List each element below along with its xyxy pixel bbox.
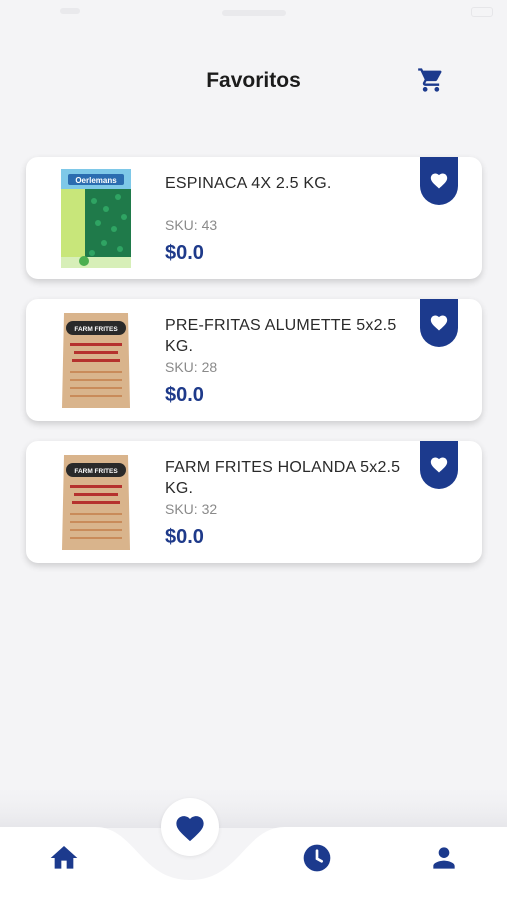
nav-profile[interactable]: [424, 838, 464, 878]
heart-icon: [176, 816, 204, 842]
favorite-toggle[interactable]: [420, 299, 458, 347]
product-card[interactable]: Oerlemans ESPINACA 4X 2.5 KG. SKU: 43 $0…: [26, 157, 482, 279]
product-card[interactable]: FARM FRITES FARM FRITES HOLANDA 5x2.5 KG…: [26, 441, 482, 563]
spinach-brand: Oerlemans: [75, 176, 117, 185]
status-notch: [222, 10, 286, 16]
product-price: $0.0: [165, 526, 204, 548]
product-sku: SKU: 43: [165, 217, 218, 233]
heart-icon: [430, 457, 448, 473]
cart-icon: [418, 68, 442, 92]
nav-favorites[interactable]: [161, 798, 219, 856]
nav-history[interactable]: [297, 838, 337, 878]
product-name: ESPINACA 4X 2.5 KG.: [165, 175, 332, 192]
product-sku: SKU: 32: [165, 501, 218, 517]
product-price: $0.0: [165, 242, 204, 264]
header: Favoritos: [0, 55, 507, 107]
battery-icon: [471, 7, 493, 17]
product-name: FARM FRITES HOLANDA 5x2.5 KG.: [165, 459, 401, 497]
favorites-list: Oerlemans ESPINACA 4X 2.5 KG. SKU: 43 $0…: [26, 157, 482, 583]
status-time: [60, 8, 80, 14]
product-card[interactable]: FARM FRITES PRE-FRITAS ALUMETTE 5x2.5 KG…: [26, 299, 482, 421]
user-icon: [433, 847, 455, 869]
nav-home[interactable]: [44, 838, 84, 878]
product-image-fries: FARM FRITES: [62, 455, 130, 550]
product-image-fries: FARM FRITES: [62, 313, 130, 408]
product-name: PRE-FRITAS ALUMETTE 5x2.5 KG.: [165, 317, 397, 355]
home-icon: [50, 846, 78, 869]
product-image-spinach: Oerlemans: [61, 169, 131, 268]
heart-icon: [430, 173, 448, 189]
cart-button[interactable]: [416, 65, 446, 95]
fries-brand: FARM FRITES: [74, 468, 118, 475]
favorite-toggle[interactable]: [420, 441, 458, 489]
heart-icon: [430, 315, 448, 331]
fries-brand: FARM FRITES: [74, 326, 118, 333]
favorite-toggle[interactable]: [420, 157, 458, 205]
product-sku: SKU: 28: [165, 359, 218, 375]
bottom-nav: [0, 780, 507, 900]
product-price: $0.0: [165, 384, 204, 406]
clock-icon: [303, 844, 331, 872]
status-bar: [0, 0, 507, 30]
